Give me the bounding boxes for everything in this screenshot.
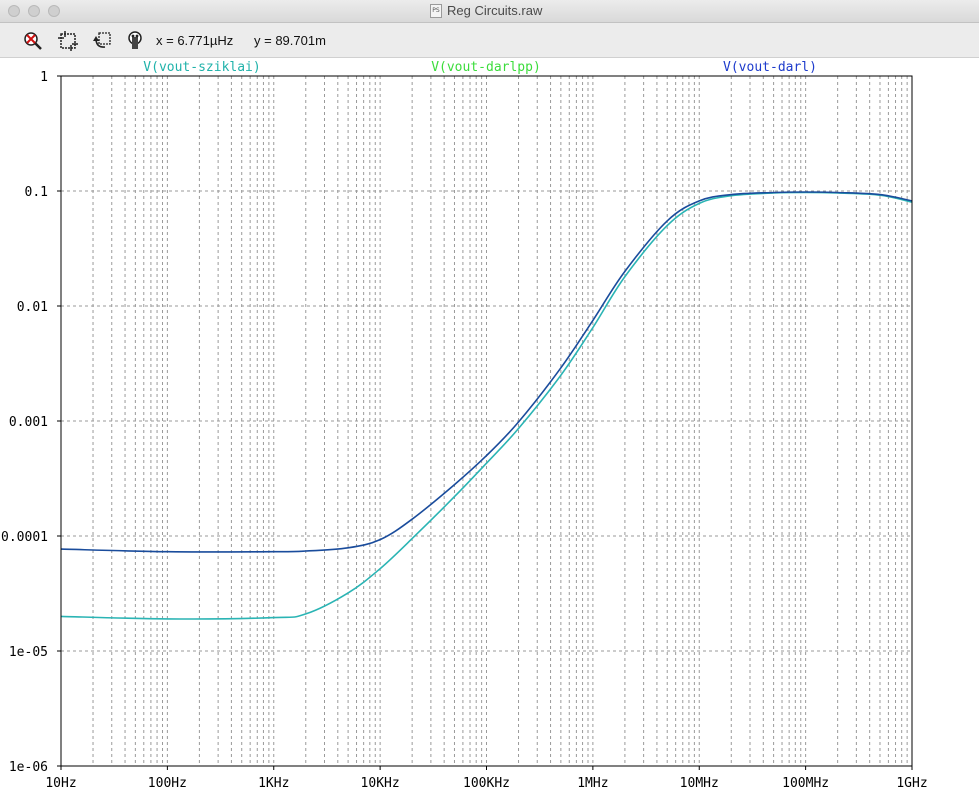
y-tick-label: 1 (40, 70, 48, 85)
toolbar: x = 6.771µHz y = 89.701m (0, 23, 979, 58)
undo-zoom-icon[interactable] (91, 30, 113, 52)
minimize-window-button[interactable] (28, 5, 40, 17)
zoom-area-icon[interactable] (57, 30, 79, 52)
y-tick-label: 1e-05 (9, 645, 48, 660)
y-tick-label: 0.1 (25, 185, 48, 200)
y-tick-label: 0.0001 (1, 530, 48, 545)
zoom-window-button[interactable] (48, 5, 60, 17)
close-window-button[interactable] (8, 5, 20, 17)
legend-entry-v-vout-sziklai[interactable]: V(vout-sziklai) (143, 60, 260, 75)
legend-entry-v-vout-darlpp[interactable]: V(vout-darlpp) (431, 60, 541, 75)
x-tick-label: 100Hz (148, 776, 187, 791)
y-tick-label: 1e-06 (9, 760, 48, 775)
cursor-x-readout: x = 6.771µHz (156, 33, 234, 48)
y-tick-label: 0.01 (17, 300, 48, 315)
zoom-to-fit-icon[interactable] (22, 30, 44, 52)
x-tick-label: 10MHz (680, 776, 719, 791)
x-tick-label: 10Hz (45, 776, 76, 791)
window-titlebar: PS Reg Circuits.raw (0, 0, 979, 23)
bode-plot[interactable]: 10.10.010.0010.00011e-051e-06 10Hz 100Hz 1… (0, 57, 979, 795)
cursor-y-readout: y = 89.701m (254, 33, 326, 48)
grid (61, 76, 912, 766)
x-axis-ticks: 10Hz 100Hz 1KHz 10KHz 100KHz 1MHz 10MHz 100MHz 1… (45, 766, 928, 791)
x-tick-label: 10KHz (361, 776, 400, 791)
document-icon: PS (430, 4, 442, 18)
y-axis-ticks: 1 0.1 0.01 0.001 0.0001 1e-05 1e-06 (1, 70, 61, 775)
probe-icon[interactable] (124, 30, 146, 52)
x-tick-label: 1KHz (258, 776, 289, 791)
x-tick-label: 1MHz (577, 776, 608, 791)
y-tick-label: 0.001 (9, 415, 48, 430)
x-tick-label: 100KHz (463, 776, 510, 791)
legend: V(vout-sziklai) V(vout-darlpp) V(vout-darl… (143, 60, 817, 75)
legend-entry-v-vout-darl[interactable]: V(vout-darl) (723, 60, 817, 75)
x-tick-label: 100MHz (782, 776, 829, 791)
x-tick-label: 1GHz (896, 776, 927, 791)
window-title: Reg Circuits.raw (447, 3, 543, 18)
